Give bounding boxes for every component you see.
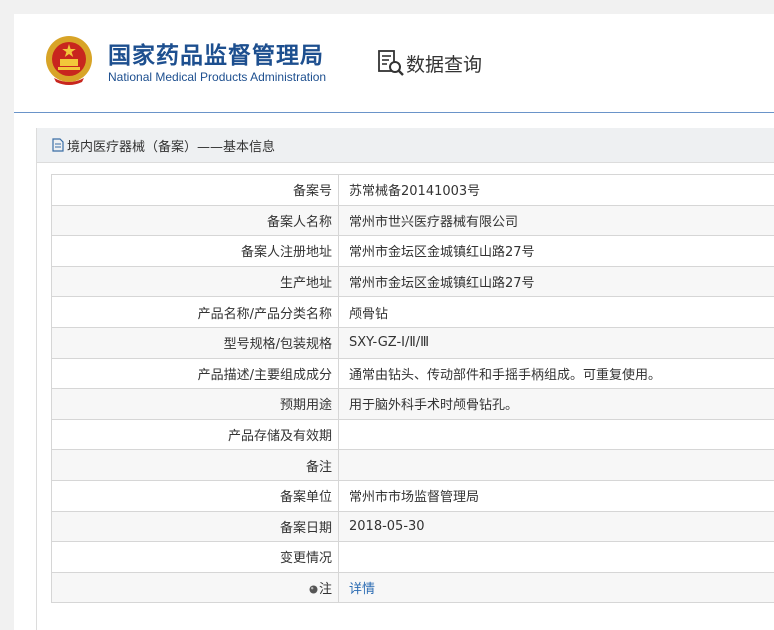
field-label: 备注: [51, 449, 339, 481]
national-emblem-icon: [46, 36, 92, 85]
field-label: 产品名称/产品分类名称: [51, 296, 339, 328]
field-value: [338, 418, 774, 451]
field-label: 备案人注册地址: [51, 235, 339, 267]
field-label: 型号规格/包装规格: [51, 326, 339, 359]
field-label: 产品描述/主要组成成分: [51, 357, 339, 390]
field-label: 产品存储及有效期: [51, 418, 339, 451]
field-value: 苏常械备20141003号: [338, 174, 774, 206]
table-row: 备案号 苏常械备20141003号: [51, 174, 774, 206]
details-link[interactable]: 详情: [349, 582, 375, 597]
table-row: 产品名称/产品分类名称 颅骨钻: [51, 296, 774, 328]
field-label: 生产地址: [51, 265, 339, 298]
field-value: 用于脑外科手术时颅骨钻孔。: [338, 388, 774, 420]
table-row: 备案人注册地址 常州市金坛区金城镇红山路27号: [51, 235, 774, 267]
table-row: 注 详情: [51, 571, 774, 604]
field-label: 变更情况: [51, 541, 339, 573]
table-row: 备注: [51, 449, 774, 481]
document-icon: [52, 138, 64, 152]
panel-header: 境内医疗器械（备案）——基本信息: [37, 128, 774, 163]
brand-title-cn: 国家药品监督管理局: [108, 43, 324, 69]
field-value: 常州市世兴医疗器械有限公司: [338, 204, 774, 237]
field-label: 备案单位: [51, 479, 339, 512]
field-label: 备案日期: [51, 510, 339, 543]
table-row: 备案人名称 常州市世兴医疗器械有限公司: [51, 204, 774, 237]
note-dot-icon: [309, 585, 318, 594]
table-row: 型号规格/包装规格 SXY-GZ-Ⅰ/Ⅱ/Ⅲ: [51, 326, 774, 359]
field-value: 常州市市场监督管理局: [338, 479, 774, 512]
table-row: 变更情况: [51, 541, 774, 573]
field-value: SXY-GZ-Ⅰ/Ⅱ/Ⅲ: [338, 326, 774, 359]
table-row: 产品描述/主要组成成分 通常由钻头、传动部件和手摇手柄组成。可重复使用。: [51, 357, 774, 390]
table-row: 产品存储及有效期: [51, 418, 774, 451]
note-label-cell: 注: [51, 571, 339, 604]
data-query-label[interactable]: 数据查询: [406, 50, 482, 77]
info-table: 备案号 苏常械备20141003号 备案人名称 常州市世兴医疗器械有限公司 备案…: [51, 174, 774, 604]
table-row: 备案日期 2018-05-30: [51, 510, 774, 543]
table-row: 备案单位 常州市市场监督管理局: [51, 479, 774, 512]
field-value: 常州市金坛区金城镇红山路27号: [338, 235, 774, 267]
field-value: 2018-05-30: [338, 510, 774, 543]
field-value: 通常由钻头、传动部件和手摇手柄组成。可重复使用。: [338, 357, 774, 390]
field-label: 预期用途: [51, 388, 339, 420]
page: 国家药品监督管理局 National Medical Products Admi…: [14, 14, 774, 630]
table-row: 生产地址 常州市金坛区金城镇红山路27号: [51, 265, 774, 298]
field-value: 颅骨钻: [338, 296, 774, 328]
field-value-cell: 详情: [338, 571, 774, 604]
site-header: 国家药品监督管理局 National Medical Products Admi…: [14, 14, 774, 113]
brand-title-en: National Medical Products Administration: [108, 70, 327, 84]
panel-title: 境内医疗器械（备案）——基本信息: [67, 139, 276, 155]
field-value: [338, 449, 774, 481]
document-search-icon: [378, 50, 404, 76]
field-value: [338, 541, 774, 573]
field-label: 备案号: [51, 174, 339, 206]
field-value: 常州市金坛区金城镇红山路27号: [338, 265, 774, 298]
field-label: 备案人名称: [51, 204, 339, 237]
detail-panel: 境内医疗器械（备案）——基本信息 备案号 苏常械备20141003号 备案人名称…: [36, 128, 774, 630]
field-label: 注: [318, 582, 332, 598]
table-row: 预期用途 用于脑外科手术时颅骨钻孔。: [51, 388, 774, 420]
